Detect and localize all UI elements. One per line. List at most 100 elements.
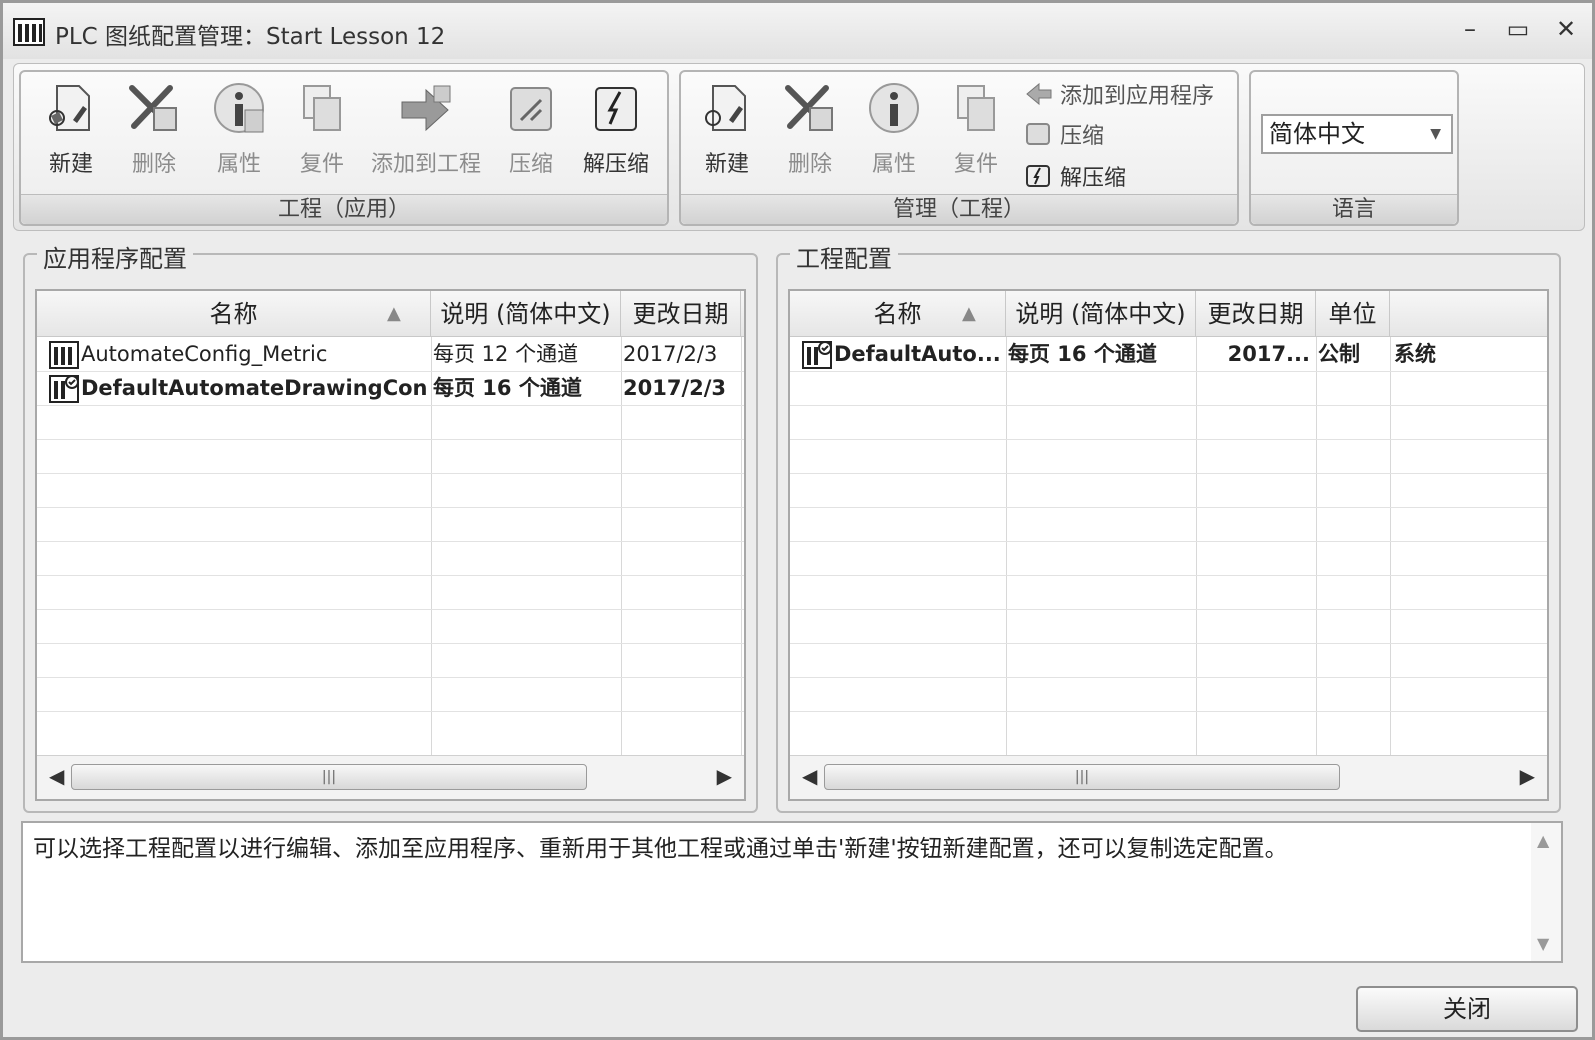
sort-ascending-icon: ▲: [962, 303, 976, 324]
app-decompress-button[interactable]: 解压缩: [576, 80, 656, 180]
add-to-application-label: 添加到应用程序: [1060, 84, 1215, 109]
grid-header: 名称 ▲ 说明 (简体中文) 更改日期: [37, 291, 744, 337]
main-window: PLC 图纸配置管理：Start Lesson 12 – ▭ ✕ 新建 删除 属…: [0, 0, 1595, 1040]
group-language-label: 语言: [1251, 194, 1457, 224]
column-header-name[interactable]: 名称: [37, 291, 431, 337]
app-delete-button[interactable]: 删除: [121, 80, 187, 180]
row-extra: 系统: [1394, 342, 1436, 366]
compress-icon: [1026, 123, 1050, 145]
application-config-grid: 名称 ▲ 说明 (简体中文) 更改日期 AutomateConfig_Metri…: [35, 289, 746, 801]
new-icon: [49, 85, 90, 131]
scroll-thumb[interactable]: |||: [824, 764, 1340, 790]
language-select[interactable]: 简体中文 ▼: [1261, 114, 1453, 154]
minimize-button[interactable]: –: [1453, 15, 1487, 45]
info-icon: [869, 83, 919, 133]
add-to-project-label: 添加到工程: [370, 152, 481, 177]
row-extra: 公: [745, 337, 746, 371]
scroll-left-icon[interactable]: ◀: [802, 764, 817, 788]
application-config-title: 应用程序配置: [37, 239, 193, 274]
app-compress-button[interactable]: 压缩: [501, 80, 561, 180]
app-icon: [13, 18, 45, 46]
app-properties-label: 属性: [216, 152, 261, 177]
info-text-box[interactable]: 可以选择工程配置以进行编辑、添加至应用程序、重新用于其他工程或通过单击'新建'按…: [21, 821, 1563, 963]
column-header-description[interactable]: 说明 (简体中文): [431, 291, 621, 337]
scroll-left-icon[interactable]: ◀: [49, 764, 64, 788]
column-header-date[interactable]: 更改日期: [621, 291, 741, 337]
column-header-name-label: 名称: [873, 300, 922, 328]
table-row[interactable]: DefaultAuto... 每页 16 个通道 2017... 公制 系统: [790, 337, 1547, 371]
manage-decompress-button[interactable]: 解压缩: [1023, 160, 1126, 194]
group-manage-project-label: 管理（工程）: [681, 194, 1237, 224]
project-config-title: 工程配置: [790, 239, 898, 274]
manage-properties-button[interactable]: 属性: [861, 80, 927, 180]
close-window-button[interactable]: ✕: [1549, 15, 1583, 45]
delete-icon: [129, 85, 177, 131]
row-unit: 公制: [1318, 342, 1360, 366]
sort-ascending-icon: ▲: [387, 303, 401, 324]
config-file-default-icon: [49, 375, 79, 403]
ribbon-group-language: 简体中文 ▼ 语言: [1249, 70, 1459, 226]
app-copy-button[interactable]: 复件: [289, 80, 355, 180]
copy-icon: [957, 85, 995, 131]
column-header-unit[interactable]: 单位: [1316, 291, 1390, 337]
row-divider: [790, 711, 1547, 712]
app-new-button[interactable]: 新建: [41, 80, 101, 180]
row-divider: [37, 609, 744, 610]
column-header-date[interactable]: 更改日期: [1196, 291, 1316, 337]
add-to-project-button[interactable]: 添加到工程: [366, 80, 486, 180]
manage-delete-button[interactable]: 删除: [777, 80, 843, 180]
row-divider: [790, 405, 1547, 406]
info-icon: [214, 83, 264, 133]
chevron-down-icon: ▼: [1430, 126, 1441, 142]
copy-icon: [303, 85, 341, 131]
row-divider: [37, 575, 744, 576]
row-divider: [37, 473, 744, 474]
manage-compress-label: 压缩: [1060, 124, 1105, 149]
application-config-panel: 应用程序配置 名称 ▲ 说明 (简体中文) 更改日期 AutomateConfi…: [23, 239, 758, 813]
row-divider: [790, 575, 1547, 576]
horizontal-scrollbar[interactable]: ◀ ||| ▶: [790, 755, 1547, 799]
row-name: DefaultAutomateDrawingCon...: [81, 376, 429, 400]
row-divider: [37, 677, 744, 678]
column-header-unit-label: 单位: [1328, 300, 1377, 328]
table-row[interactable]: AutomateConfig_Metric 每页 12 个通道 2017/2/3…: [37, 337, 744, 371]
row-divider: [790, 677, 1547, 678]
row-description: 每页 16 个通道: [433, 376, 582, 400]
manage-copy-button[interactable]: 复件: [943, 80, 1009, 180]
config-file-default-icon: [802, 341, 832, 369]
ribbon-group-manage-project: 新建 删除 属性 复件 添加到应用程序 压缩 解压缩 管理（工程）: [679, 70, 1239, 226]
vertical-scrollbar[interactable]: ▲ ▼: [1531, 823, 1561, 961]
row-name: DefaultAuto...: [834, 342, 1001, 366]
manage-new-button[interactable]: 新建: [697, 80, 757, 180]
manage-compress-button[interactable]: 压缩: [1023, 118, 1104, 152]
scroll-up-icon[interactable]: ▲: [1537, 831, 1549, 850]
scroll-down-icon[interactable]: ▼: [1537, 934, 1549, 953]
row-divider: [37, 405, 744, 406]
title-bar: PLC 图纸配置管理：Start Lesson 12 – ▭ ✕: [3, 3, 1592, 59]
language-select-value: 简体中文: [1269, 120, 1365, 148]
maximize-button[interactable]: ▭: [1501, 15, 1535, 45]
scroll-thumb[interactable]: |||: [71, 764, 587, 790]
row-date: 2017...: [1227, 342, 1310, 366]
column-header-description[interactable]: 说明 (简体中文): [1006, 291, 1196, 337]
manage-delete-label: 删除: [787, 152, 832, 177]
delete-icon: [785, 85, 833, 131]
row-divider: [790, 473, 1547, 474]
scroll-right-icon[interactable]: ▶: [1520, 764, 1535, 788]
close-button[interactable]: 关闭: [1356, 986, 1578, 1032]
add-to-application-button[interactable]: 添加到应用程序: [1023, 78, 1214, 112]
row-divider: [37, 507, 744, 508]
row-divider: [790, 541, 1547, 542]
row-description: 每页 16 个通道: [1008, 342, 1157, 366]
table-row[interactable]: DefaultAutomateDrawingCon... 每页 16 个通道 2…: [37, 371, 744, 405]
row-divider: [790, 439, 1547, 440]
group-project-app-label: 工程（应用）: [21, 194, 667, 224]
app-properties-button[interactable]: 属性: [206, 80, 272, 180]
ribbon-group-project-app: 新建 删除 属性 复件 添加到工程 压缩 解压缩 工程（应用）: [19, 70, 669, 226]
config-file-icon: [49, 341, 79, 369]
add-arrow-icon: [401, 85, 451, 132]
row-date: 2017/2/3: [623, 376, 727, 400]
scroll-right-icon[interactable]: ▶: [717, 764, 732, 788]
horizontal-scrollbar[interactable]: ◀ ||| ▶: [37, 755, 744, 799]
row-description: 每页 12 个通道: [433, 342, 579, 366]
